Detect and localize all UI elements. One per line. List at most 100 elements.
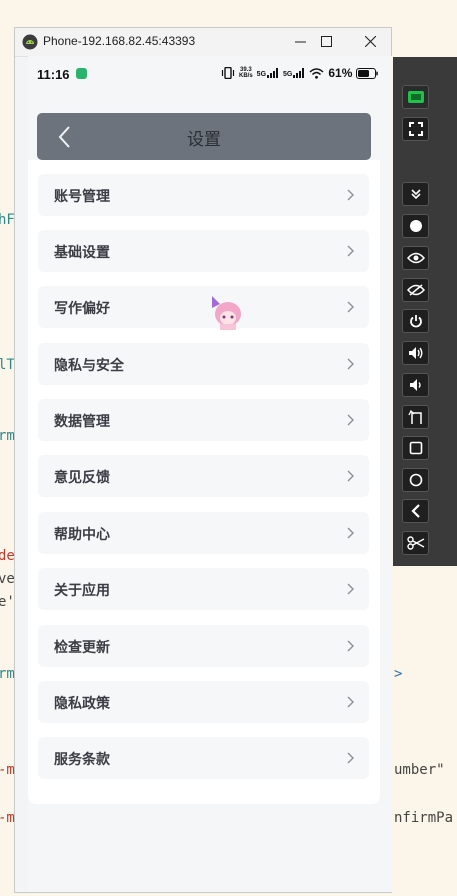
signal-icon	[293, 68, 305, 78]
menu-item-writing-preferences[interactable]: 写作偏好	[38, 286, 369, 328]
net-speed-unit: KB/s	[239, 73, 253, 79]
menu-item-basic-settings[interactable]: 基础设置	[38, 230, 369, 272]
code-fragment: de	[0, 548, 15, 564]
toolbar-screenshot-button[interactable]	[402, 531, 429, 555]
maximize-icon	[320, 35, 332, 47]
battery-percent: 61%	[328, 66, 353, 80]
status-bar: 11:16 39.3 KB/s 5G 5G 61%	[28, 56, 392, 86]
menu-item-terms-of-service[interactable]: 服务条款	[38, 737, 369, 779]
chevron-right-icon	[347, 245, 354, 257]
square-icon	[409, 441, 422, 455]
toolbar-power-button[interactable]	[402, 309, 429, 333]
signal-label: 5G	[256, 71, 267, 78]
toolbar-menu-button[interactable]	[402, 85, 429, 109]
chevron-right-icon	[347, 696, 354, 708]
fullscreen-icon	[408, 122, 423, 136]
desktop-pet-sprite[interactable]	[210, 296, 244, 332]
code-fragment: e'	[0, 594, 15, 610]
menu-item-label: 服务条款	[54, 752, 110, 768]
chevron-right-icon	[347, 358, 354, 370]
window-titlebar[interactable]: Phone-192.168.82.45:43393	[15, 28, 391, 57]
menu-item-label: 基础设置	[54, 245, 110, 261]
collapse-icon	[410, 189, 421, 200]
signal-icon	[267, 68, 279, 78]
code-fragment: lT	[0, 357, 15, 373]
scissors-icon	[406, 536, 424, 550]
net-speed: 39.3 KB/s	[239, 67, 253, 79]
phone-screen: 11:16 39.3 KB/s 5G 5G 61% 账号管理 基础设置 写作偏好…	[28, 56, 392, 892]
toolbar-home-button[interactable]	[402, 468, 429, 492]
status-indicators: 39.3 KB/s 5G 5G 61%	[221, 66, 379, 80]
code-fragment: -m	[0, 762, 15, 778]
chevron-right-icon	[347, 470, 354, 482]
code-fragment: nfirmPa	[394, 810, 454, 826]
app-bar: 设置	[37, 113, 371, 160]
window-title: Phone-192.168.82.45:43393	[43, 34, 196, 48]
signal-5g-1: 5G	[257, 68, 279, 78]
record-icon	[409, 220, 422, 232]
app-notification-icon	[76, 68, 87, 79]
toolbar-hide-touches-button[interactable]	[402, 278, 429, 302]
toolbar-collapse-button[interactable]	[402, 182, 429, 206]
menu-item-privacy-policy[interactable]: 隐私政策	[38, 681, 369, 723]
chevron-right-icon	[347, 583, 354, 595]
menu-item-label: 帮助中心	[54, 527, 110, 543]
toolbar-show-touches-button[interactable]	[402, 246, 429, 270]
toolbar-rotate-button[interactable]	[402, 405, 429, 429]
code-fragment: hF	[0, 212, 15, 228]
power-icon	[409, 315, 422, 328]
page-title: 设置	[187, 130, 221, 150]
volume-down-icon	[409, 379, 421, 391]
menu-item-label: 隐私与安全	[54, 358, 124, 374]
menu-item-label: 数据管理	[54, 414, 110, 430]
eye-off-icon	[406, 284, 425, 296]
battery-icon	[356, 67, 379, 79]
code-fragment: -m	[0, 810, 15, 826]
android-icon	[22, 34, 38, 50]
chevron-right-icon	[347, 301, 354, 313]
maximize-button[interactable]	[313, 30, 339, 52]
toolbar-volume-up-button[interactable]	[402, 341, 429, 365]
menu-item-account[interactable]: 账号管理	[38, 174, 369, 216]
settings-card: 账号管理 基础设置 写作偏好 隐私与安全 数据管理 意见反馈 帮助中心 关于应用…	[28, 160, 380, 804]
code-fragment: ve	[0, 571, 15, 587]
vibrate-icon	[221, 67, 235, 79]
menu-item-label: 检查更新	[54, 640, 110, 656]
menu-item-about[interactable]: 关于应用	[38, 568, 369, 610]
signal-5g-2: 5G	[283, 68, 305, 78]
chevron-right-icon	[347, 640, 354, 652]
menu-item-data-management[interactable]: 数据管理	[38, 399, 369, 441]
menu-item-check-updates[interactable]: 检查更新	[38, 625, 369, 667]
toolbar-volume-down-button[interactable]	[402, 373, 429, 397]
wifi-icon	[309, 67, 324, 79]
minimize-icon	[294, 41, 306, 42]
status-time: 11:16	[37, 67, 70, 82]
toolbar-fullscreen-button[interactable]	[402, 117, 429, 141]
menu-item-privacy-security[interactable]: 隐私与安全	[38, 343, 369, 385]
emulator-window: Phone-192.168.82.45:43393 11:16 39.3 KB/…	[14, 27, 392, 893]
toolbar-record-button[interactable]	[402, 214, 429, 238]
code-fragment: rm	[0, 428, 15, 444]
toolbar-back-button[interactable]	[402, 499, 429, 523]
rotate-icon	[407, 409, 422, 424]
circle-icon	[409, 473, 422, 487]
chevron-right-icon	[347, 527, 354, 539]
toolbar-overview-button[interactable]	[402, 436, 429, 460]
close-button[interactable]	[357, 30, 383, 52]
menu-icon	[407, 91, 424, 103]
close-icon	[364, 35, 376, 47]
code-fragment: rm	[0, 666, 15, 682]
menu-item-feedback[interactable]: 意见反馈	[38, 455, 369, 497]
emulator-toolbar	[393, 57, 457, 566]
chevron-right-icon	[347, 189, 354, 201]
menu-item-help-center[interactable]: 帮助中心	[38, 512, 369, 554]
menu-item-label: 隐私政策	[54, 696, 110, 712]
menu-item-label: 意见反馈	[54, 470, 110, 486]
volume-up-icon	[408, 347, 422, 359]
eye-icon	[406, 252, 425, 264]
menu-item-label: 关于应用	[54, 583, 110, 599]
menu-item-label: 账号管理	[54, 189, 110, 205]
minimize-button[interactable]	[287, 30, 313, 52]
code-fragment: >	[394, 666, 403, 682]
menu-item-label: 写作偏好	[54, 301, 110, 317]
